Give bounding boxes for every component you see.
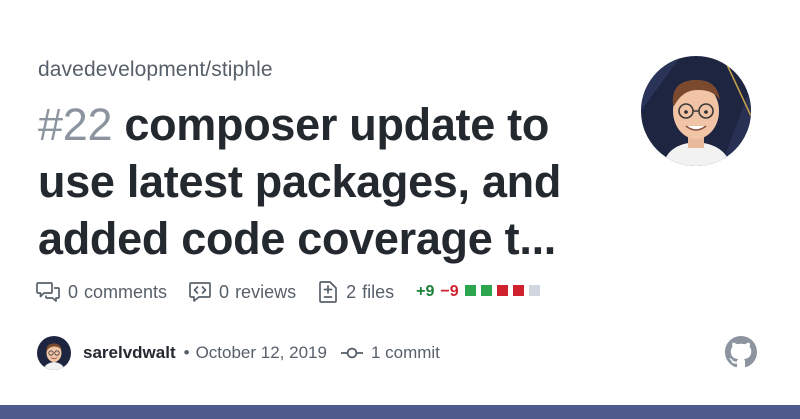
author-avatar[interactable] [37, 336, 71, 370]
files-count: 2 [346, 281, 357, 302]
separator-dot: • [183, 343, 190, 362]
pull-request-title: #22 composer update to use latest packag… [38, 96, 598, 267]
pull-request-stats: 0 comments 0 reviews 2 files +9 −9 [36, 280, 545, 304]
comment-icon [36, 282, 60, 302]
pull-request-title-text: composer update to use latest packages, … [38, 99, 562, 264]
diff-block-red [496, 285, 508, 296]
review-icon [189, 282, 211, 302]
repository-owner-avatar [641, 56, 751, 166]
comments-label: comments [84, 281, 168, 302]
deletions-count: −9 [440, 283, 459, 300]
reviews-label: reviews [235, 281, 297, 302]
diff-blocks [464, 283, 545, 301]
github-logo-icon[interactable] [725, 336, 757, 368]
diff-summary: +9 −9 [416, 283, 545, 301]
author-username[interactable]: sarelvdwalt [83, 343, 176, 363]
pull-request-author-line: sarelvdwalt • October 12, 2019 1 commit [37, 336, 440, 370]
diff-block-gray [528, 285, 540, 296]
file-diff-icon [319, 281, 337, 303]
pull-request-date: October 12, 2019 [195, 343, 327, 362]
comments-count: 0 [68, 281, 79, 302]
diff-block-green [464, 285, 476, 296]
files-label: files [362, 281, 395, 302]
repository-name[interactable]: davedevelopment/stiphle [38, 58, 273, 82]
diff-block-green [480, 285, 492, 296]
additions-count: +9 [416, 283, 435, 300]
comments-stat: 0 comments [36, 281, 167, 303]
commit-icon [340, 347, 363, 359]
files-stat: 2 files [318, 281, 394, 303]
pull-request-number: #22 [38, 99, 113, 150]
reviews-stat: 0 reviews [189, 281, 296, 303]
diff-block-red [512, 285, 524, 296]
commit-count: 1 commit [370, 343, 440, 362]
footer-bar [0, 405, 800, 419]
reviews-count: 0 [219, 281, 230, 302]
